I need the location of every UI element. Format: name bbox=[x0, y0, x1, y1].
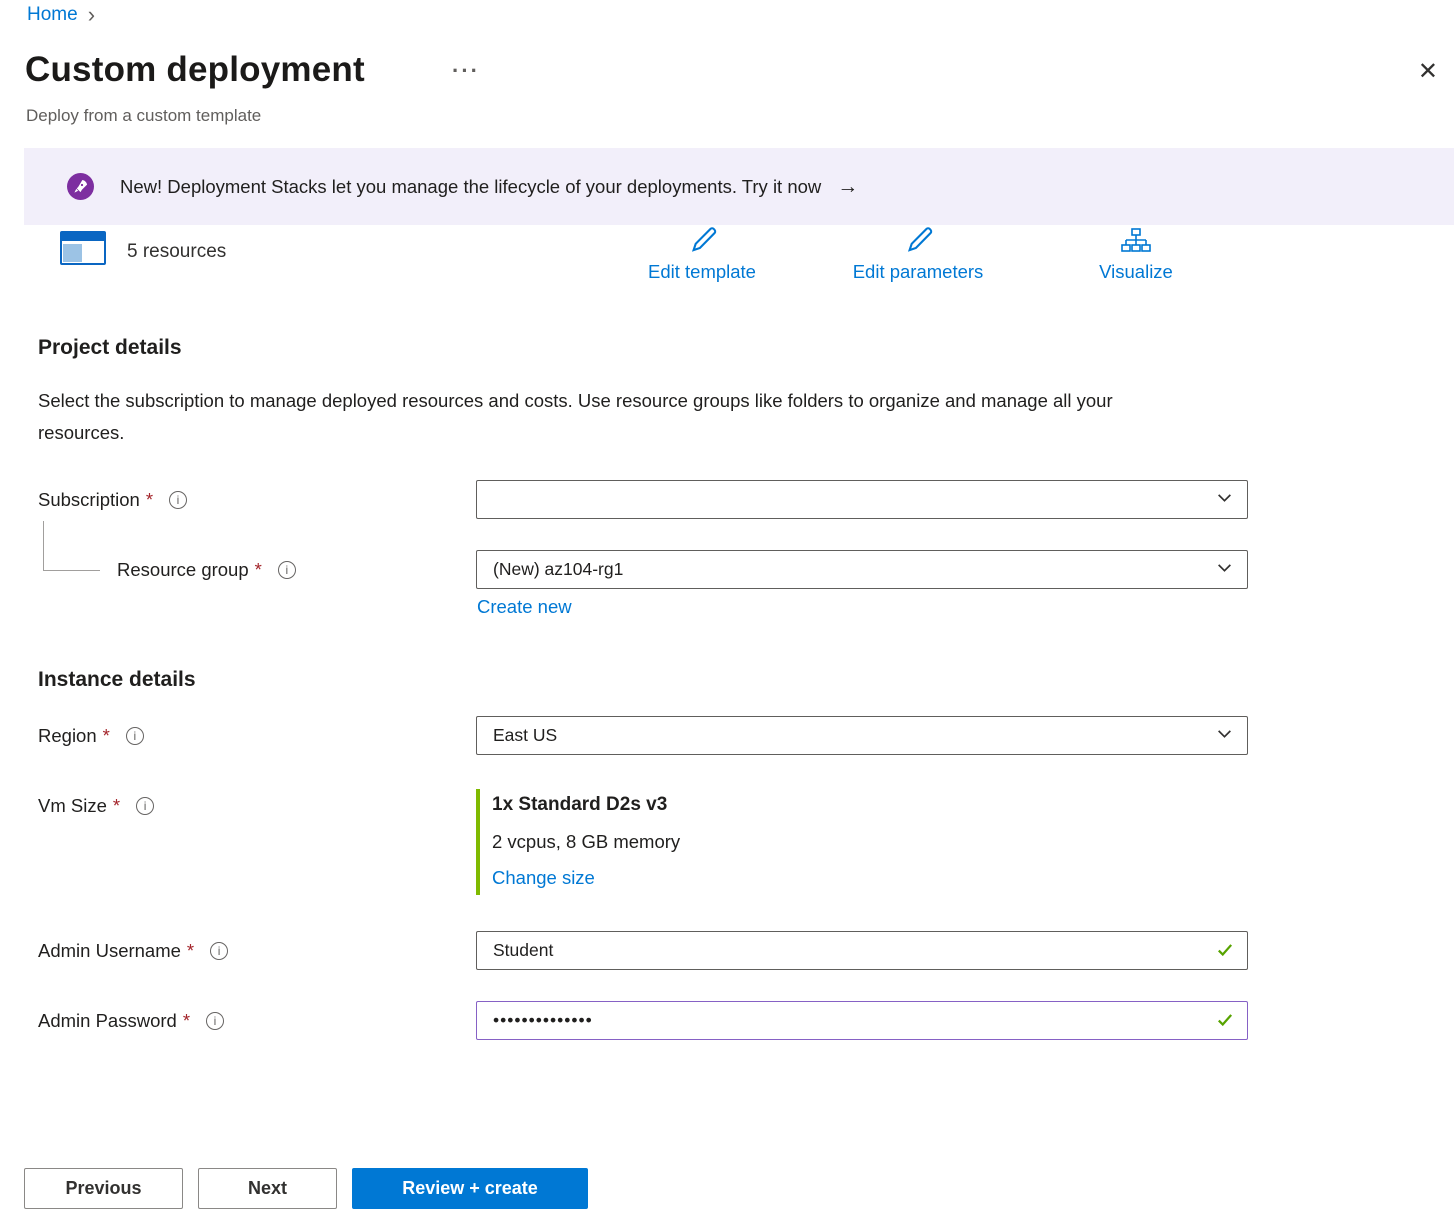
resource-group-label-row: Resource group * i bbox=[117, 559, 296, 581]
required-marker: * bbox=[103, 725, 110, 747]
required-marker: * bbox=[146, 489, 153, 511]
resource-group-value: (New) az104-rg1 bbox=[493, 559, 623, 580]
admin-username-label: Admin Username bbox=[38, 940, 181, 962]
deployment-stacks-banner[interactable]: New! Deployment Stacks let you manage th… bbox=[24, 148, 1454, 225]
breadcrumb: Home › bbox=[27, 4, 95, 26]
page-subtitle: Deploy from a custom template bbox=[26, 106, 261, 126]
subscription-label: Subscription bbox=[38, 489, 140, 511]
resource-group-dropdown[interactable]: (New) az104-rg1 bbox=[476, 550, 1248, 589]
subscription-dropdown[interactable] bbox=[476, 480, 1248, 519]
resource-group-label: Resource group bbox=[117, 559, 249, 581]
resources-count: 5 resources bbox=[127, 241, 226, 263]
page-title: Custom deployment bbox=[25, 50, 365, 90]
visualize-label: Visualize bbox=[1099, 261, 1173, 283]
rocket-icon bbox=[67, 173, 94, 200]
edit-template-button[interactable]: Edit template bbox=[627, 227, 777, 283]
vm-size-label-row: Vm Size * i bbox=[38, 795, 154, 817]
template-icon bbox=[60, 231, 106, 265]
info-icon[interactable]: i bbox=[206, 1012, 224, 1030]
admin-password-label-row: Admin Password * i bbox=[38, 1010, 224, 1032]
chevron-down-icon[interactable] bbox=[1216, 559, 1233, 581]
info-icon[interactable]: i bbox=[126, 727, 144, 745]
required-marker: * bbox=[255, 559, 262, 581]
admin-username-field-wrap bbox=[476, 931, 1248, 970]
next-button[interactable]: Next bbox=[198, 1168, 337, 1209]
tree-connector-horizontal bbox=[43, 570, 100, 571]
region-value: East US bbox=[493, 725, 557, 746]
region-label-row: Region * i bbox=[38, 725, 144, 747]
custom-deployment-page: Home › Custom deployment ··· ✕ Deploy fr… bbox=[0, 0, 1456, 1219]
required-marker: * bbox=[183, 1010, 190, 1032]
review-create-button[interactable]: Review + create bbox=[352, 1168, 588, 1209]
chevron-down-icon[interactable] bbox=[1216, 725, 1233, 747]
valid-check-icon bbox=[1216, 941, 1234, 964]
admin-username-label-row: Admin Username * i bbox=[38, 940, 228, 962]
vm-size-title: 1x Standard D2s v3 bbox=[492, 794, 667, 816]
pencil-icon bbox=[685, 227, 719, 260]
edit-parameters-button[interactable]: Edit parameters bbox=[832, 227, 1004, 283]
info-icon[interactable]: i bbox=[210, 942, 228, 960]
project-details-heading: Project details bbox=[38, 336, 182, 360]
admin-password-input[interactable] bbox=[476, 1001, 1248, 1040]
project-details-description: Select the subscription to manage deploy… bbox=[38, 385, 1188, 449]
pencil-icon bbox=[901, 227, 935, 260]
previous-button[interactable]: Previous bbox=[24, 1168, 183, 1209]
tree-connector-vertical bbox=[43, 521, 44, 570]
required-marker: * bbox=[187, 940, 194, 962]
create-new-link[interactable]: Create new bbox=[477, 596, 572, 618]
vm-size-detail: 2 vcpus, 8 GB memory bbox=[492, 831, 680, 853]
vm-size-selection-bar bbox=[476, 789, 480, 895]
admin-password-label: Admin Password bbox=[38, 1010, 177, 1032]
instance-details-heading: Instance details bbox=[38, 668, 196, 692]
info-icon[interactable]: i bbox=[136, 797, 154, 815]
change-size-link[interactable]: Change size bbox=[492, 867, 595, 889]
breadcrumb-home-link[interactable]: Home bbox=[27, 4, 78, 26]
more-options-button[interactable]: ··· bbox=[452, 58, 480, 84]
banner-arrow-icon: → bbox=[837, 175, 858, 199]
banner-text: New! Deployment Stacks let you manage th… bbox=[120, 176, 821, 198]
valid-check-icon bbox=[1216, 1011, 1234, 1034]
breadcrumb-chevron-icon: › bbox=[88, 4, 95, 26]
close-icon[interactable]: ✕ bbox=[1418, 60, 1438, 84]
subscription-label-row: Subscription * i bbox=[38, 489, 187, 511]
vm-size-label: Vm Size bbox=[38, 795, 107, 817]
edit-parameters-label: Edit parameters bbox=[853, 261, 984, 283]
region-label: Region bbox=[38, 725, 97, 747]
info-icon[interactable]: i bbox=[278, 561, 296, 579]
region-dropdown[interactable]: East US bbox=[476, 716, 1248, 755]
info-icon[interactable]: i bbox=[169, 491, 187, 509]
visualize-button[interactable]: Visualize bbox=[1077, 227, 1195, 283]
required-marker: * bbox=[113, 795, 120, 817]
edit-template-label: Edit template bbox=[648, 261, 756, 283]
chevron-down-icon[interactable] bbox=[1216, 489, 1233, 511]
admin-password-field-wrap bbox=[476, 1001, 1248, 1040]
org-chart-icon bbox=[1120, 227, 1152, 260]
admin-username-input[interactable] bbox=[476, 931, 1248, 970]
